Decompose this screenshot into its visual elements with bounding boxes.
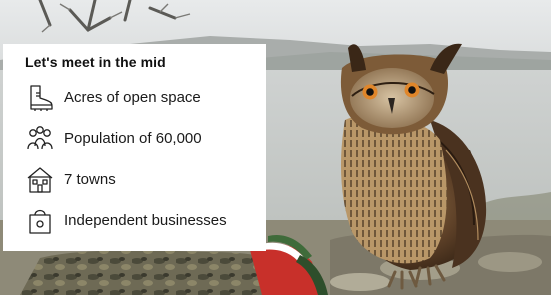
feature-towns: 7 towns [25, 159, 266, 200]
feature-open-space: Acres of open space [25, 77, 266, 118]
feature-population: Population of 60,000 [25, 118, 266, 159]
people-icon [25, 124, 55, 154]
info-card: Let's meet in the mid Acres of open spac… [3, 44, 266, 251]
feature-businesses: Independent businesses [25, 200, 266, 241]
card-title: Let's meet in the mid [25, 54, 166, 70]
boot-icon [25, 83, 55, 113]
house-icon [25, 165, 55, 195]
feature-label: Acres of open space [64, 89, 201, 106]
shopping-bag-icon [25, 206, 55, 236]
feature-label: 7 towns [64, 171, 116, 188]
feature-label: Population of 60,000 [64, 130, 202, 147]
feature-label: Independent businesses [64, 212, 227, 229]
